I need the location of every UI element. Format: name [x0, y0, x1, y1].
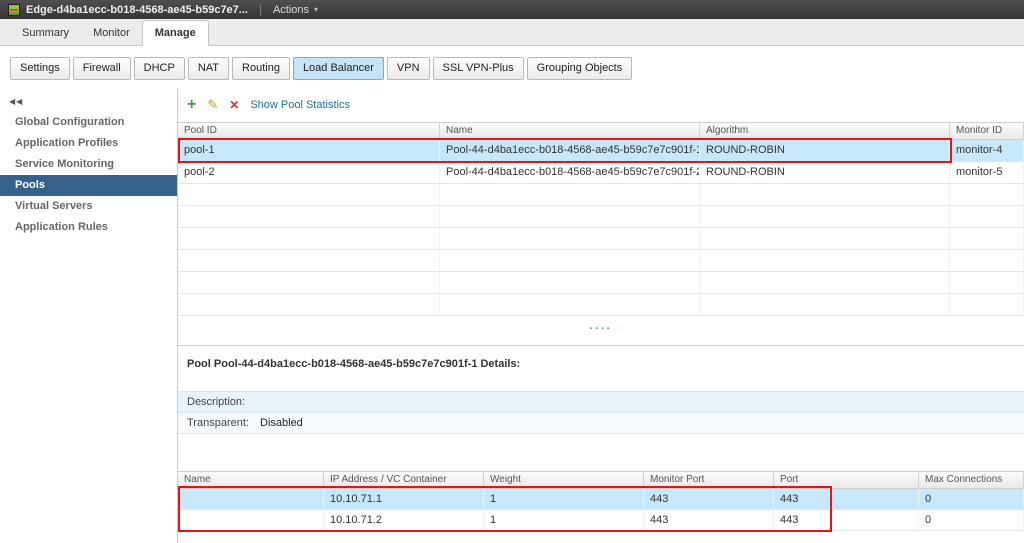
- edit-pool-icon[interactable]: ✎: [207, 97, 218, 113]
- col-pool-id[interactable]: Pool ID: [178, 123, 440, 139]
- col-monitor-port[interactable]: Monitor Port: [644, 472, 774, 488]
- pool-id-cell: pool-2: [178, 162, 440, 183]
- pool-details-table: Description: Transparent: Disabled: [178, 391, 1024, 434]
- sidebar-item-pools[interactable]: Pools: [0, 175, 177, 196]
- member-max-connections-cell: 0: [919, 510, 1024, 530]
- delete-pool-icon[interactable]: ✕: [229, 98, 239, 112]
- member-max-connections-cell: 0: [919, 489, 1024, 509]
- show-pool-statistics-link[interactable]: Show Pool Statistics: [250, 99, 350, 111]
- titlebar-divider: [260, 4, 261, 16]
- subtab-dhcp[interactable]: DHCP: [134, 57, 185, 80]
- subtab-grouping-objects[interactable]: Grouping Objects: [527, 57, 633, 80]
- tab-manage[interactable]: Manage: [142, 20, 209, 46]
- pools-table-header: Pool ID Name Algorithm Monitor ID: [178, 122, 1024, 140]
- titlebar: Edge-d4ba1ecc-b018-4568-ae45-b59c7e7... …: [0, 0, 1024, 19]
- pool-algorithm-cell: ROUND-ROBIN: [700, 140, 950, 161]
- pool-name-cell: Pool-44-d4ba1ecc-b018-4568-ae45-b59c7e7c…: [440, 162, 700, 183]
- col-weight[interactable]: Weight: [484, 472, 644, 488]
- app-window: Edge-d4ba1ecc-b018-4568-ae45-b59c7e7... …: [0, 0, 1024, 543]
- main-tabbar: Summary Monitor Manage: [0, 19, 1024, 46]
- col-monitor-id[interactable]: Monitor ID: [950, 123, 1024, 139]
- member-table-row-1[interactable]: 10.10.71.1 1 443 443 0: [178, 489, 1024, 510]
- member-ip-cell: 10.10.71.1: [324, 489, 484, 509]
- sidebar-item-application-rules[interactable]: Application Rules: [0, 217, 177, 238]
- tab-summary[interactable]: Summary: [10, 21, 81, 45]
- tab-monitor[interactable]: Monitor: [81, 21, 142, 45]
- pool-algorithm-cell: ROUND-ROBIN: [700, 162, 950, 183]
- member-weight-cell: 1: [484, 510, 644, 530]
- empty-table-row: [178, 272, 1024, 294]
- member-name-cell: [178, 489, 324, 509]
- sidebar-item-global-configuration[interactable]: Global Configuration: [0, 112, 177, 133]
- member-name-cell: [178, 510, 324, 530]
- empty-table-row: [178, 250, 1024, 272]
- member-monitor-port-cell: 443: [644, 510, 774, 530]
- actions-label: Actions: [273, 4, 309, 16]
- col-ip-address[interactable]: IP Address / VC Container: [324, 472, 484, 488]
- description-label: Description:: [178, 392, 260, 412]
- sidebar-item-virtual-servers[interactable]: Virtual Servers: [0, 196, 177, 217]
- member-port-cell: 443: [774, 510, 919, 530]
- pool-id-cell: pool-1: [178, 140, 440, 161]
- splitter-handle-icon[interactable]: ····: [590, 323, 613, 335]
- content-area: ◀◀ Global Configuration Application Prof…: [0, 88, 1024, 543]
- col-algorithm[interactable]: Algorithm: [700, 123, 950, 139]
- sidebar-item-service-monitoring[interactable]: Service Monitoring: [0, 154, 177, 175]
- pools-panel: + ✎ ✕ Show Pool Statistics Pool ID Name …: [178, 88, 1024, 543]
- subtab-vpn[interactable]: VPN: [387, 57, 430, 80]
- empty-table-row: [178, 184, 1024, 206]
- pool-details-title: Pool Pool-44-d4ba1ecc-b018-4568-ae45-b59…: [187, 358, 1024, 371]
- pool-table-row-2[interactable]: pool-2 Pool-44-d4ba1ecc-b018-4568-ae45-b…: [178, 162, 1024, 184]
- subtab-firewall[interactable]: Firewall: [73, 57, 131, 80]
- description-row: Description:: [178, 392, 1024, 413]
- edge-title: Edge-d4ba1ecc-b018-4568-ae45-b59c7e7...: [26, 4, 248, 16]
- col-max-connections[interactable]: Max Connections: [919, 472, 1024, 488]
- members-table-header: Name IP Address / VC Container Weight Mo…: [178, 471, 1024, 489]
- transparent-row: Transparent: Disabled: [178, 413, 1024, 434]
- panel-splitter[interactable]: ····: [178, 316, 1024, 346]
- pools-toolbar: + ✎ ✕ Show Pool Statistics: [178, 88, 1024, 122]
- caret-down-icon: ▾: [314, 5, 318, 14]
- col-port[interactable]: Port: [774, 472, 919, 488]
- subtab-nat[interactable]: NAT: [188, 57, 229, 80]
- col-member-name[interactable]: Name: [178, 472, 324, 488]
- member-table-row-2[interactable]: 10.10.71.2 1 443 443 0: [178, 510, 1024, 531]
- pool-monitor-id-cell: monitor-5: [950, 162, 1024, 183]
- transparent-value: Disabled: [260, 413, 303, 433]
- empty-table-row: [178, 206, 1024, 228]
- empty-table-row: [178, 294, 1024, 316]
- subtab-settings[interactable]: Settings: [10, 57, 70, 80]
- member-weight-cell: 1: [484, 489, 644, 509]
- transparent-label: Transparent:: [178, 413, 260, 433]
- pool-name-cell: Pool-44-d4ba1ecc-b018-4568-ae45-b59c7e7c…: [440, 140, 700, 161]
- pool-table-row-1[interactable]: pool-1 Pool-44-d4ba1ecc-b018-4568-ae45-b…: [178, 140, 1024, 162]
- actions-menu-button[interactable]: Actions ▾: [273, 4, 318, 16]
- member-ip-cell: 10.10.71.2: [324, 510, 484, 530]
- subtab-ssl-vpn-plus[interactable]: SSL VPN-Plus: [433, 57, 524, 80]
- add-pool-icon[interactable]: +: [187, 97, 196, 113]
- edge-gateway-icon: [8, 4, 20, 16]
- pool-monitor-id-cell: monitor-4: [950, 140, 1024, 161]
- subtab-routing[interactable]: Routing: [232, 57, 290, 80]
- empty-table-row: [178, 228, 1024, 250]
- lb-sidebar: ◀◀ Global Configuration Application Prof…: [0, 88, 178, 543]
- col-name[interactable]: Name: [440, 123, 700, 139]
- subtab-load-balancer[interactable]: Load Balancer: [293, 57, 384, 80]
- member-monitor-port-cell: 443: [644, 489, 774, 509]
- collapse-sidebar-icon[interactable]: ◀◀: [0, 94, 177, 112]
- member-port-cell: 443: [774, 489, 919, 509]
- sidebar-item-application-profiles[interactable]: Application Profiles: [0, 133, 177, 154]
- manage-subtabbar: Settings Firewall DHCP NAT Routing Load …: [0, 46, 1024, 88]
